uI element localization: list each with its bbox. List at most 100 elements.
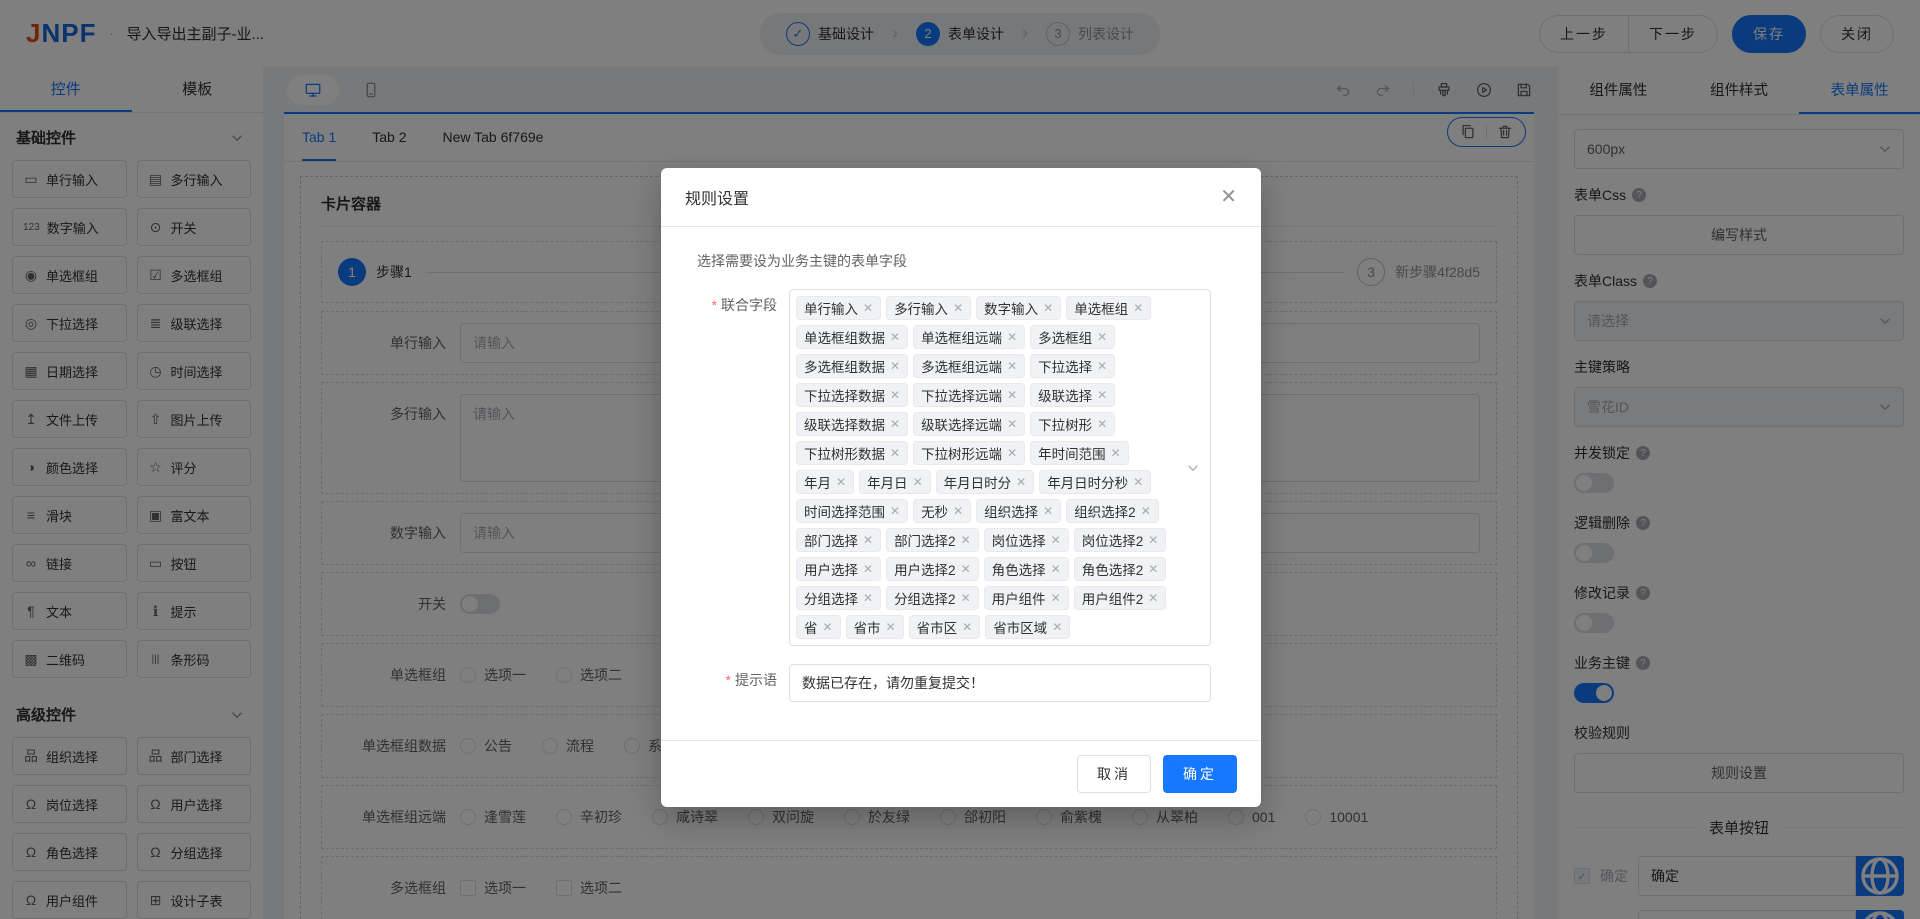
union-field-tag[interactable]: 下拉选择 ✕ <box>1030 354 1116 378</box>
union-field-tag[interactable]: 下拉树形数据 ✕ <box>796 441 909 465</box>
union-field-tag[interactable]: 组织选择 ✕ <box>976 499 1062 523</box>
union-field-tag[interactable]: 无秒 ✕ <box>913 499 972 523</box>
tag-remove-icon[interactable]: ✕ <box>1007 330 1017 344</box>
union-field-tag[interactable]: 角色选择2 ✕ <box>1073 557 1167 581</box>
tag-remove-icon[interactable]: ✕ <box>1097 417 1107 431</box>
tag-remove-icon[interactable]: ✕ <box>961 562 971 576</box>
union-field-tag[interactable]: 用户选择 ✕ <box>796 557 882 581</box>
union-field-tag[interactable]: 多行输入 ✕ <box>886 296 972 320</box>
union-field-tag[interactable]: 岗位选择 ✕ <box>983 528 1069 552</box>
union-field-tag[interactable]: 年月日 ✕ <box>859 470 931 494</box>
tag-remove-icon[interactable]: ✕ <box>1007 359 1017 373</box>
union-field-tag[interactable]: 用户组件 ✕ <box>983 586 1069 610</box>
tag-label: 省市区 <box>916 621 958 636</box>
tag-remove-icon[interactable]: ✕ <box>1052 620 1062 634</box>
tag-remove-icon[interactable]: ✕ <box>890 388 900 402</box>
union-field-tag[interactable]: 省市区 ✕ <box>908 615 981 639</box>
union-field-tag[interactable]: 单选框组数据 ✕ <box>796 325 909 349</box>
tag-label: 时间选择范围 <box>804 505 885 520</box>
tag-label: 数字输入 <box>984 302 1039 317</box>
union-field-tag[interactable]: 用户选择2 ✕ <box>886 557 979 581</box>
union-field-tag[interactable]: 多选框组远端 ✕ <box>913 354 1026 378</box>
tag-remove-icon[interactable]: ✕ <box>890 446 900 460</box>
tag-remove-icon[interactable]: ✕ <box>1051 591 1061 605</box>
union-field-tag[interactable]: 组织选择2 ✕ <box>1066 499 1159 523</box>
tag-label: 多行输入 <box>894 302 949 317</box>
tag-label: 分组选择 <box>804 592 858 607</box>
union-field-tag[interactable]: 省市 ✕ <box>845 615 904 639</box>
tag-remove-icon[interactable]: ✕ <box>1097 388 1107 402</box>
tag-label: 年月日 <box>867 476 908 491</box>
union-field-tag[interactable]: 下拉树形 ✕ <box>1030 412 1116 436</box>
union-field-tag[interactable]: 下拉树形远端 ✕ <box>913 441 1026 465</box>
tag-remove-icon[interactable]: ✕ <box>1007 446 1017 460</box>
union-field-tag[interactable]: 省 ✕ <box>796 615 841 639</box>
cancel-button[interactable]: 取消 <box>1077 755 1151 793</box>
tag-remove-icon[interactable]: ✕ <box>961 533 971 547</box>
union-field-tag[interactable]: 年月日时分 ✕ <box>935 470 1035 494</box>
tag-remove-icon[interactable]: ✕ <box>1133 475 1143 489</box>
tag-label: 用户选择2 <box>894 563 956 578</box>
chevron-down-icon <box>1183 458 1203 478</box>
union-field-tag[interactable]: 年时间范围 ✕ <box>1030 441 1129 465</box>
tag-remove-icon[interactable]: ✕ <box>1148 533 1158 547</box>
tag-remove-icon[interactable]: ✕ <box>886 620 896 634</box>
union-field-tag[interactable]: 用户组件2 ✕ <box>1073 586 1167 610</box>
tag-remove-icon[interactable]: ✕ <box>1016 475 1026 489</box>
union-field-tag[interactable]: 分组选择 ✕ <box>796 586 882 610</box>
union-field-tag[interactable]: 岗位选择2 ✕ <box>1073 528 1167 552</box>
tag-remove-icon[interactable]: ✕ <box>863 591 873 605</box>
union-field-tag[interactable]: 单选框组 ✕ <box>1066 296 1152 320</box>
tag-remove-icon[interactable]: ✕ <box>1111 446 1121 460</box>
union-field-tag[interactable]: 年月 ✕ <box>796 470 855 494</box>
union-field-tag[interactable]: 省市区域 ✕ <box>985 615 1071 639</box>
tag-remove-icon[interactable]: ✕ <box>890 417 900 431</box>
tag-remove-icon[interactable]: ✕ <box>1043 301 1053 315</box>
tag-remove-icon[interactable]: ✕ <box>1148 562 1158 576</box>
union-field-tag[interactable]: 部门选择 ✕ <box>796 528 882 552</box>
union-field-tag[interactable]: 下拉选择数据 ✕ <box>796 383 909 407</box>
tag-remove-icon[interactable]: ✕ <box>1051 533 1061 547</box>
tag-remove-icon[interactable]: ✕ <box>823 620 833 634</box>
tag-remove-icon[interactable]: ✕ <box>1007 417 1017 431</box>
tag-remove-icon[interactable]: ✕ <box>1148 591 1158 605</box>
union-field-tag[interactable]: 角色选择 ✕ <box>983 557 1069 581</box>
tip-message-input[interactable]: 数据已存在，请勿重复提交！ <box>789 664 1211 702</box>
tag-remove-icon[interactable]: ✕ <box>836 475 846 489</box>
union-field-tag[interactable]: 时间选择范围 ✕ <box>796 499 909 523</box>
tag-remove-icon[interactable]: ✕ <box>1097 330 1107 344</box>
tag-remove-icon[interactable]: ✕ <box>890 504 900 518</box>
tag-remove-icon[interactable]: ✕ <box>913 475 923 489</box>
tag-remove-icon[interactable]: ✕ <box>1141 504 1151 518</box>
tag-remove-icon[interactable]: ✕ <box>890 359 900 373</box>
union-field-tag[interactable]: 级联选择数据 ✕ <box>796 412 909 436</box>
union-field-tag[interactable]: 级联选择远端 ✕ <box>913 412 1026 436</box>
tag-remove-icon[interactable]: ✕ <box>1051 562 1061 576</box>
union-field-tag[interactable]: 多选框组 ✕ <box>1030 325 1116 349</box>
tag-remove-icon[interactable]: ✕ <box>863 562 873 576</box>
tag-remove-icon[interactable]: ✕ <box>863 301 873 315</box>
union-field-tag[interactable]: 单行输入 ✕ <box>796 296 882 320</box>
tag-remove-icon[interactable]: ✕ <box>961 591 971 605</box>
tag-remove-icon[interactable]: ✕ <box>1007 388 1017 402</box>
tag-remove-icon[interactable]: ✕ <box>890 330 900 344</box>
union-field-tag[interactable]: 部门选择2 ✕ <box>886 528 979 552</box>
union-field-tag[interactable]: 数字输入 ✕ <box>976 296 1062 320</box>
union-field-multiselect[interactable]: 单行输入 ✕ 多行输入 ✕ 数字输入 ✕ 单选框组 ✕ 单选框组数据 ✕ 单选框组远端 ✕ 多选框组 ✕ 多… <box>789 289 1211 646</box>
tag-remove-icon[interactable]: ✕ <box>1133 301 1143 315</box>
union-field-tag[interactable]: 多选框组数据 ✕ <box>796 354 909 378</box>
tag-remove-icon[interactable]: ✕ <box>1097 359 1107 373</box>
tag-remove-icon[interactable]: ✕ <box>962 620 972 634</box>
tag-remove-icon[interactable]: ✕ <box>863 533 873 547</box>
tag-remove-icon[interactable]: ✕ <box>953 301 963 315</box>
tag-remove-icon[interactable]: ✕ <box>1043 504 1053 518</box>
union-field-tag[interactable]: 下拉选择远端 ✕ <box>913 383 1026 407</box>
confirm-button[interactable]: 确定 <box>1163 755 1237 793</box>
union-field-tag[interactable]: 年月日时分秒 ✕ <box>1039 470 1152 494</box>
tag-label: 岗位选择2 <box>1081 534 1144 549</box>
tag-remove-icon[interactable]: ✕ <box>953 504 963 518</box>
union-field-tag[interactable]: 分组选择2 ✕ <box>886 586 979 610</box>
union-field-tag[interactable]: 单选框组远端 ✕ <box>913 325 1026 349</box>
close-icon[interactable]: ✕ <box>1220 187 1237 207</box>
union-field-tag[interactable]: 级联选择 ✕ <box>1030 383 1116 407</box>
